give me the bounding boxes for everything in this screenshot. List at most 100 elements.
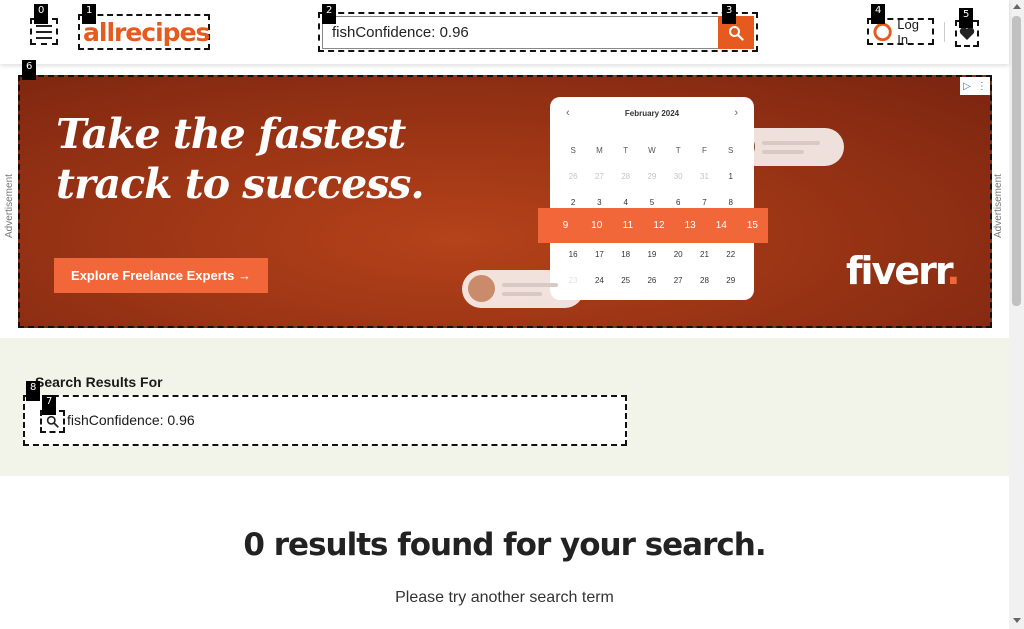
search-results-header: Search Results For fishConfidence: 0.96 [0,338,1009,476]
calendar-weekday-row: S M T W T F S [560,137,744,163]
more-options-icon[interactable]: ⋮ [977,81,987,92]
placeholder-line [502,283,558,287]
annotation-tag: 1 [82,4,97,24]
page-scrollbar[interactable] [1009,0,1024,629]
calendar-day-highlighted: 11 [622,220,634,231]
profile-pill [462,270,584,308]
calendar-day: 26 [647,275,657,285]
calendar-day: 27 [673,275,683,285]
calendar-day: 21 [700,249,709,259]
annotation-tag: 3 [722,4,737,24]
annotation-tag: 6 [22,60,37,80]
search-results-title: Search Results For [35,374,163,390]
calendar-day: 29 [726,275,736,285]
calendar-day: 24 [594,275,604,285]
calendar-day: 1 [728,171,733,181]
calendar-day-highlighted: 9 [562,220,569,231]
ad-headline-line: Take the fastest [56,110,406,158]
no-results-heading: 0 results found for your search. [243,527,766,563]
menu-bar [36,36,52,39]
calendar-weekday: W [648,145,656,155]
calendar-day: 3 [597,197,602,207]
brand-dot: . [946,249,961,293]
calendar-weekday: M [596,145,603,155]
calendar-day: 27 [594,171,604,181]
page: allrecipes Log In 0 1 2 [0,0,1024,629]
placeholder-line [502,292,542,296]
annotation-tag: 8 [26,381,41,401]
calendar-day-highlighted: 13 [684,220,696,231]
calendar-weekday: T [675,145,681,155]
calendar-day: 22 [726,249,736,259]
login-label: Log In [897,16,919,47]
calendar-card: ‹ February 2024 › S M T W T F S 26 27 28… [550,97,754,300]
calendar-week: 26 27 28 29 30 31 1 [560,163,744,189]
calendar-day: 28 [621,171,631,181]
site-header: allrecipes Log In [0,0,1009,64]
calendar-day: 28 [700,275,709,285]
adchoices-icon[interactable]: ▷ [963,81,971,92]
scrollbar-thumb[interactable] [1012,16,1021,306]
calendar-day: 8 [728,197,733,207]
calendar-weekday: S [728,145,734,155]
scroll-up-arrow-icon[interactable] [1013,4,1021,9]
calendar-day: 5 [649,197,655,207]
annotation-tag: 5 [959,8,974,28]
search-form [318,12,758,52]
search-input[interactable] [322,16,720,49]
calendar-day: 2 [570,197,576,207]
avatar [468,275,495,302]
user-icon [873,22,892,41]
ad-side-label: Advertisement [4,174,15,238]
advertisement-banner[interactable]: Take the fastest track to success. Explo… [18,75,992,328]
ad-side-label: Advertisement [993,174,1004,238]
brand-text: fiverr [846,249,948,293]
calendar-day: 4 [623,197,628,207]
calendar-day: 20 [673,249,683,259]
calendar-day-highlighted: 12 [653,220,665,231]
calendar-day: 31 [700,171,709,181]
annotation-tag: 0 [34,4,49,24]
chevron-right-icon: › [734,107,738,119]
annotation-tag: 4 [871,4,886,24]
annotation-tag: 2 [322,4,337,24]
search-icon [46,415,59,428]
placeholder-line [762,141,820,145]
ad-headline: Take the fastest track to success. [56,109,425,209]
calendar-highlight-week: 9 10 11 12 13 14 15 [538,208,768,243]
calendar-day: 18 [621,249,631,259]
search-term-text: fishConfidence: 0.96 [67,412,195,428]
logo-text: allrecipes [83,17,210,47]
calendar-day: 29 [647,171,657,181]
menu-bar [36,24,52,27]
calendar-day: 7 [702,197,707,207]
calendar-week: 16 17 18 19 20 21 22 [560,241,744,267]
ad-headline-line: track to success. [56,160,425,208]
ad-cta-button[interactable]: Explore Freelance Experts → [54,258,268,293]
scroll-down-arrow-icon[interactable] [1013,618,1021,623]
calendar-day: 30 [673,171,683,181]
calendar-day: 26 [568,171,578,181]
calendar-day-highlighted: 15 [746,220,758,231]
allrecipes-logo[interactable]: allrecipes [78,14,210,50]
no-results-hint: Please try another search term [395,589,614,606]
search-icon [729,25,744,41]
calendar-weekday: T [623,145,629,155]
calendar-day: 6 [675,197,681,207]
heart-icon [959,27,975,40]
calendar-day: 19 [647,249,657,259]
calendar-day: 17 [594,249,604,259]
header-divider [944,22,945,42]
calendar-day-highlighted: 14 [715,220,727,231]
annotation-tag: 7 [42,395,57,415]
ad-choices[interactable]: ▷ ⋮ [960,77,990,95]
calendar-month: February 2024 [624,109,680,118]
menu-bar [36,30,52,33]
fiverr-logo: fiverr. [846,249,961,293]
calendar-week: 23 24 25 26 27 28 29 [560,267,744,293]
search-term-box: fishConfidence: 0.96 [23,395,627,446]
calendar-day: 25 [621,275,631,285]
calendar-day-highlighted: 10 [591,220,603,231]
calendar-day: 16 [568,249,578,259]
calendar-weekday: S [570,145,576,155]
